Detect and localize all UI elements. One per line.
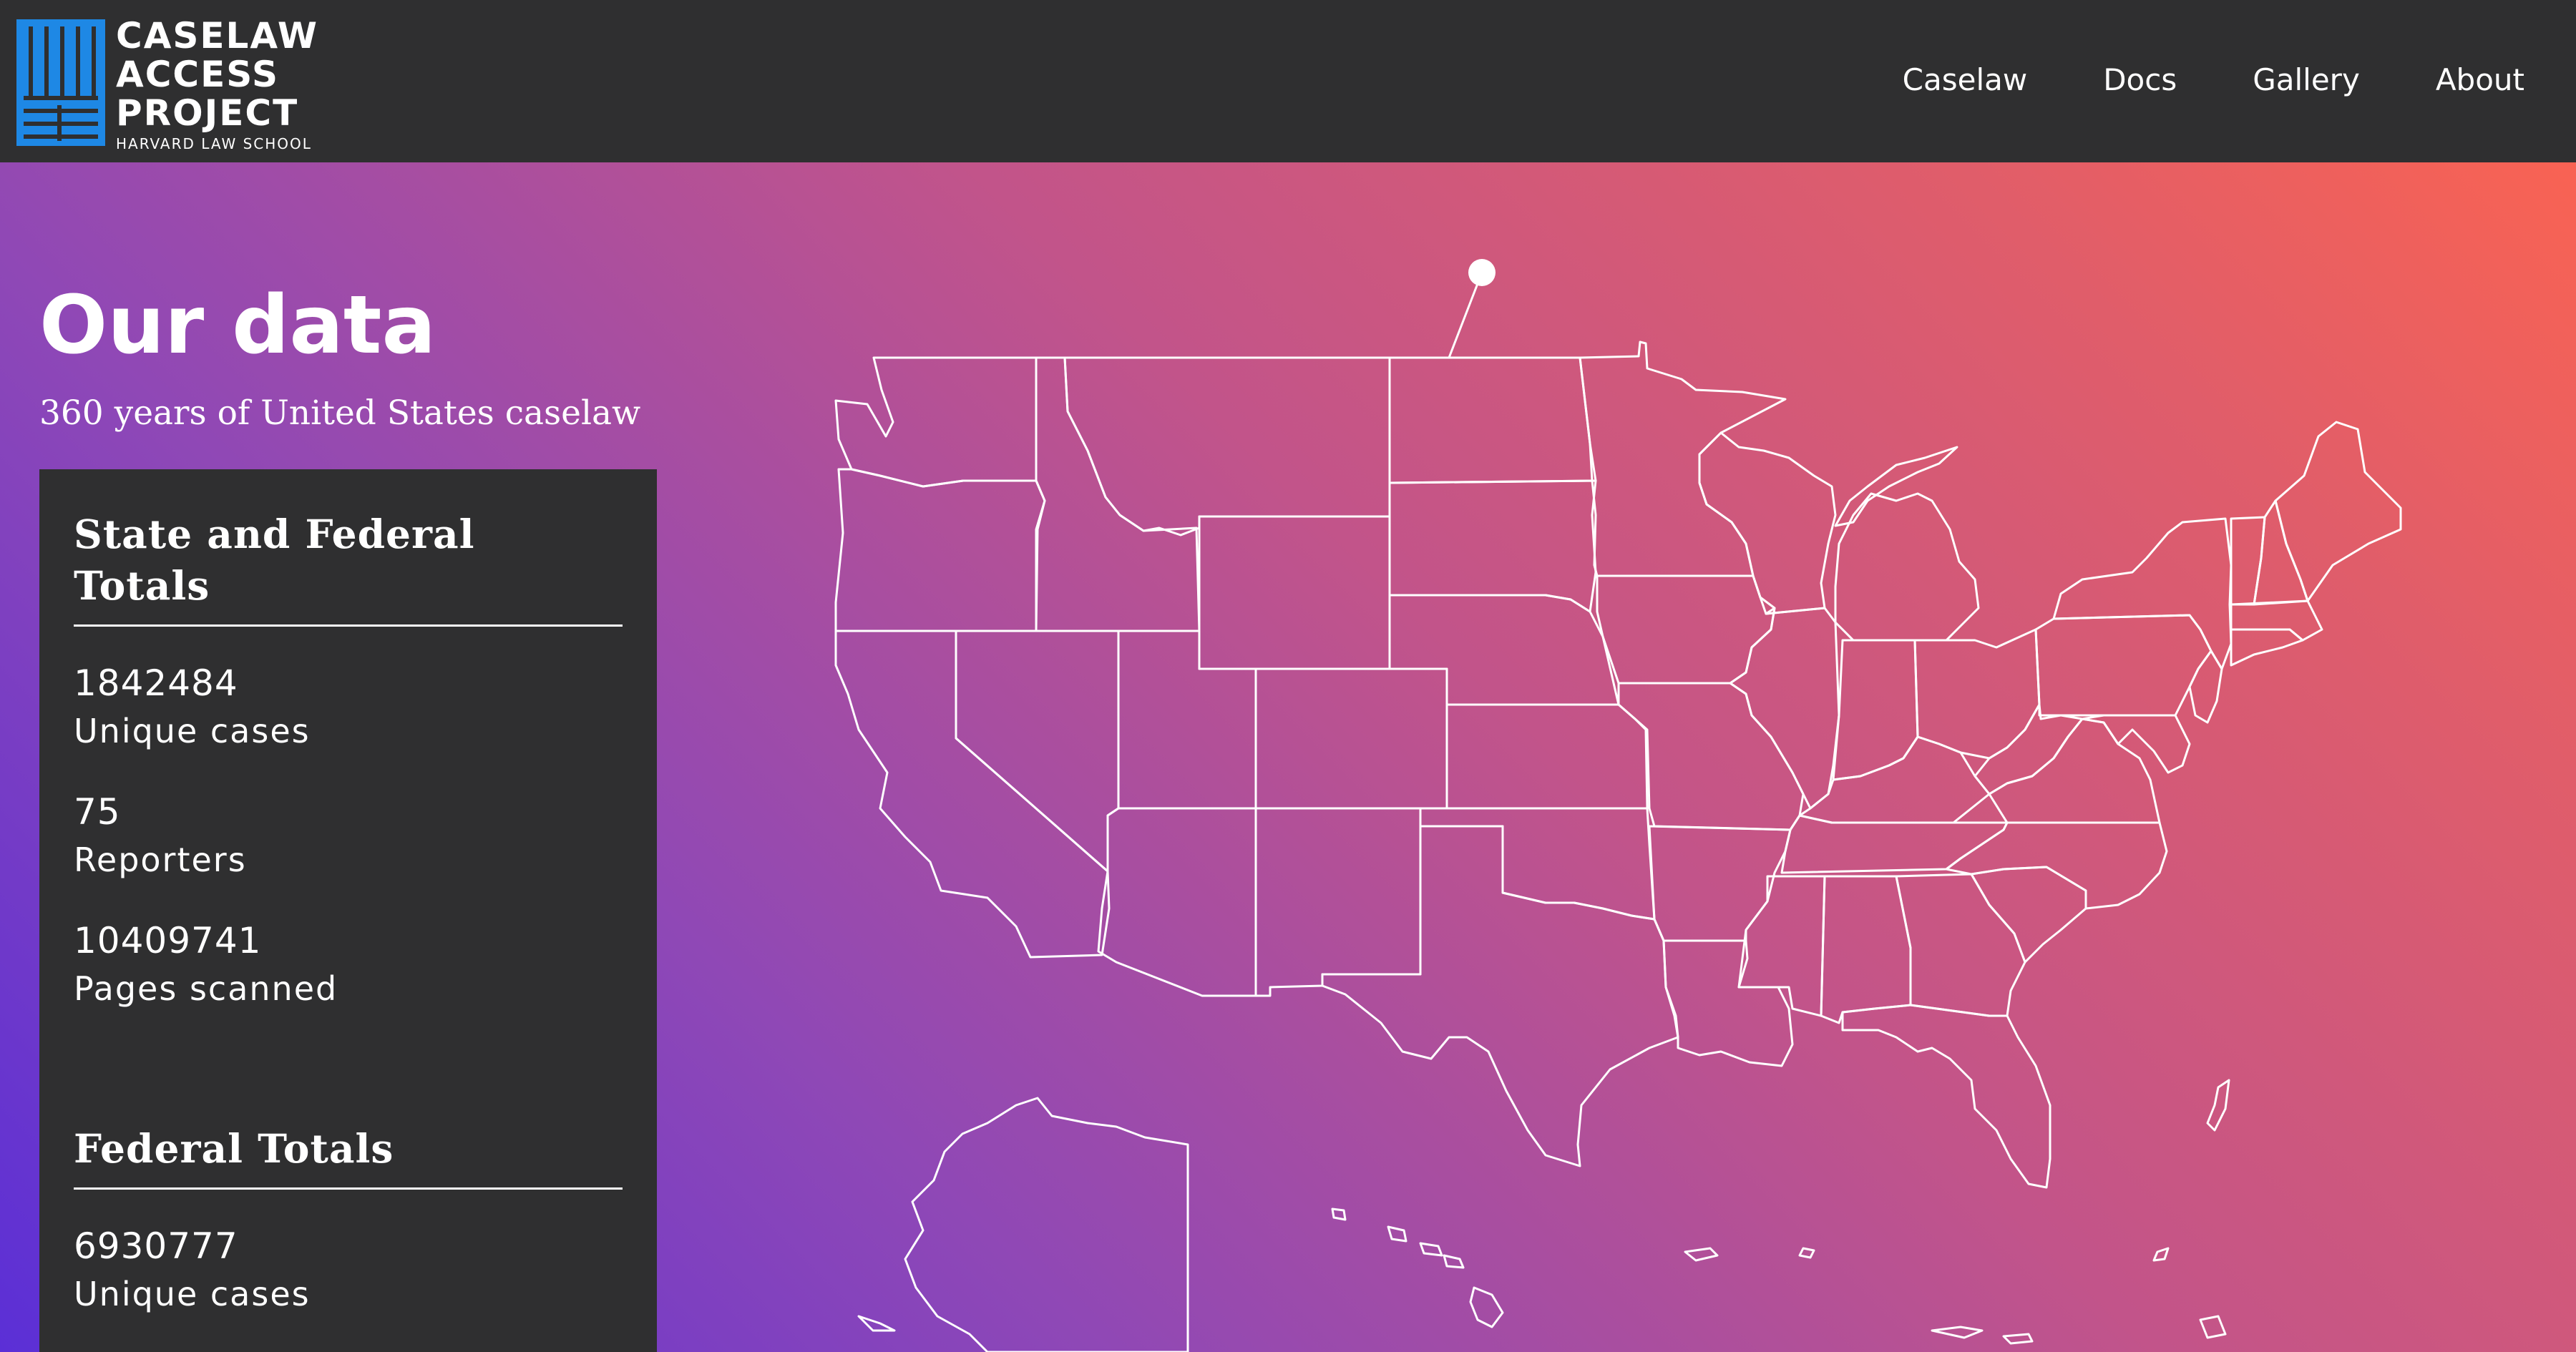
stat-reporters: 75 Reporters (74, 787, 623, 883)
state-west-virginia[interactable] (1974, 703, 2084, 795)
nav-link-caselaw[interactable]: Caselaw (1903, 60, 2028, 100)
state-hawaii[interactable] (1331, 1208, 1504, 1328)
state-north-dakota[interactable] (1388, 356, 1597, 484)
state-colorado[interactable] (1254, 667, 1448, 810)
state-virginia[interactable] (1988, 717, 2161, 824)
logo-line-2: ACCESS (116, 54, 280, 95)
territory-american-samoa[interactable] (2199, 1315, 2227, 1339)
stat-label: Unique cases (74, 712, 311, 750)
state-florida[interactable] (1841, 1004, 2051, 1189)
state-indiana[interactable] (1832, 639, 1919, 781)
stat-unique-cases: 1842484 Unique cases (74, 658, 623, 754)
top-navigation-bar: CASELAW ACCESS PROJECT HARVARD LAW SCHOO… (0, 0, 2576, 162)
state-alaska[interactable] (857, 1097, 1189, 1352)
stat-pages-scanned: 10409741 Pages scanned (74, 916, 623, 1011)
state-oregon[interactable] (834, 468, 1046, 632)
state-montana[interactable] (1063, 356, 1391, 537)
state-new-york[interactable] (2052, 517, 2233, 670)
state-minnesota[interactable] (1579, 341, 1787, 577)
main-nav: Caselaw Docs Gallery About (1903, 60, 2524, 100)
state-massachusetts[interactable] (2230, 599, 2323, 642)
stat-label: Unique cases (74, 1275, 311, 1313)
stat-value: 75 (74, 791, 121, 833)
state-tennessee[interactable] (1780, 814, 2009, 874)
logo-text: CASELAW ACCESS PROJECT HARVARD LAW SCHOO… (116, 16, 318, 154)
stat-federal-unique-cases: 6930777 Unique cases (74, 1221, 623, 1317)
state-connecticut-ri[interactable] (2230, 628, 2304, 667)
state-arizona[interactable] (1097, 807, 1257, 997)
state-nevada[interactable] (955, 630, 1120, 873)
marker-dot[interactable] (1468, 259, 1496, 286)
us-jurisdictions-map[interactable] (816, 236, 2433, 1352)
caselaw-logo-mark-icon (16, 19, 105, 146)
state-wyoming[interactable] (1198, 515, 1391, 670)
page-subtitle: 360 years of United States caselaw (39, 393, 641, 433)
state-ohio[interactable] (1913, 628, 2041, 760)
state-nebraska[interactable] (1388, 594, 1620, 706)
state-utah[interactable] (1117, 630, 1257, 810)
logo-line-1: CASELAW (116, 15, 319, 57)
federal-totals-heading: Federal Totals (74, 1123, 623, 1190)
state-louisiana[interactable] (1662, 939, 1794, 1067)
territory-puerto-rico[interactable] (1684, 1247, 1815, 1262)
state-south-dakota[interactable] (1388, 479, 1597, 613)
nav-link-docs[interactable]: Docs (2103, 60, 2177, 100)
stat-value: 1842484 (74, 662, 238, 704)
state-california[interactable] (834, 630, 1111, 959)
state-idaho[interactable] (1035, 356, 1201, 632)
state-texas[interactable] (1321, 825, 1679, 1167)
caselaw-access-project-logo[interactable]: CASELAW ACCESS PROJECT HARVARD LAW SCHOO… (16, 16, 331, 152)
state-kansas[interactable] (1445, 703, 1649, 810)
totals-panel: State and Federal Totals 1842484 Unique … (39, 469, 657, 1352)
logo-line-3: PROJECT (116, 92, 299, 134)
state-wisconsin[interactable] (1698, 431, 1837, 615)
state-georgia[interactable] (1895, 873, 2026, 1017)
page-title: Our data (39, 279, 436, 372)
state-illinois[interactable] (1729, 607, 1840, 810)
state-new-jersey[interactable] (2188, 650, 2223, 724)
territory-guam[interactable] (2152, 1247, 2170, 1262)
state-michigan[interactable] (1834, 446, 1980, 642)
nav-link-about[interactable]: About (2436, 60, 2524, 100)
state-federal-totals-heading: State and Federal Totals (74, 509, 623, 627)
state-maine[interactable] (2274, 421, 2402, 602)
state-alabama[interactable] (1820, 875, 1912, 1024)
state-maryland-delaware[interactable] (2081, 714, 2191, 774)
stat-label: Reporters (74, 841, 247, 879)
stat-value: 10409741 (74, 920, 262, 961)
state-north-carolina[interactable] (1945, 821, 2168, 910)
state-oklahoma[interactable] (1419, 807, 1656, 921)
state-arkansas[interactable] (1648, 825, 1792, 942)
territory-virgin-islands[interactable] (1931, 1326, 2034, 1345)
stat-label: Pages scanned (74, 969, 338, 1008)
logo-subtitle: HARVARD LAW SCHOOL (116, 135, 312, 152)
territory-northern-mariana[interactable] (2206, 1079, 2230, 1132)
state-new-mexico[interactable] (1254, 807, 1422, 997)
state-pennsylvania[interactable] (2034, 614, 2212, 717)
marker-line (1448, 271, 1483, 359)
stat-value: 6930777 (74, 1225, 238, 1267)
state-kentucky[interactable] (1798, 735, 1991, 824)
nav-link-gallery[interactable]: Gallery (2253, 60, 2360, 100)
state-washington[interactable] (834, 356, 1038, 488)
